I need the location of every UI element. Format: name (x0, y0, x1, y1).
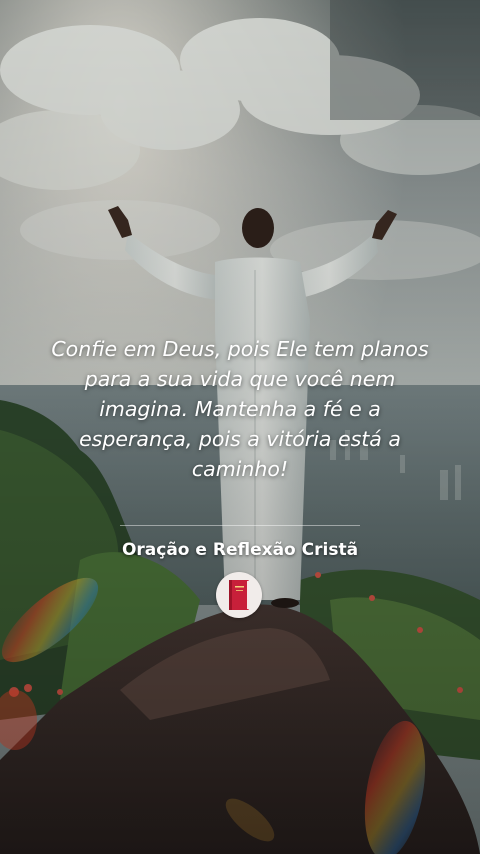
divider (120, 525, 360, 526)
quote-text: Confie em Deus, pois Ele tem planos para… (40, 334, 440, 484)
quote-line: caminho! (191, 457, 289, 481)
red-bible-icon (229, 580, 249, 610)
source-name[interactable]: Oração e Reflexão Cristã (0, 540, 480, 560)
quote-line: esperança, pois a vitória está a (79, 427, 401, 451)
quote-line: para a sua vida que você nem (84, 367, 396, 391)
source-avatar[interactable] (216, 572, 262, 618)
story-background: Confie em Deus, pois Ele tem planos para… (0, 0, 480, 854)
quote-line: Confie em Deus, pois Ele tem planos (51, 337, 429, 361)
quote-line: imagina. Mantenha a fé e a (99, 397, 381, 421)
